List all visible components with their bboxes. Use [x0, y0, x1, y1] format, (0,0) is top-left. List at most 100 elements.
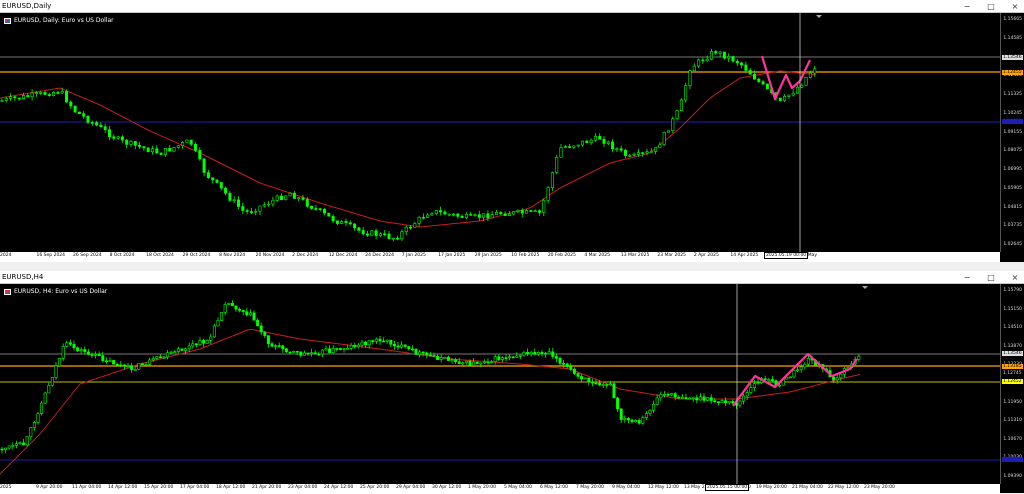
candle-bear	[335, 220, 339, 224]
candle-bull	[804, 77, 808, 86]
candle-bear	[684, 397, 688, 399]
candle-bear	[313, 352, 317, 355]
candle-bear	[120, 136, 124, 141]
h4-chart-area[interactable]: EURUSD, H4: Euro vs US Dollar 1.15790 1.1…	[0, 284, 1024, 484]
candle-bear	[701, 59, 705, 62]
candle-bull	[727, 56, 731, 59]
candle-bear	[605, 384, 609, 386]
candle-bull	[25, 436, 29, 446]
daily-price-axis[interactable]: 1.156651.145851.135051.124251.113251.102…	[1000, 13, 1024, 252]
candle-bear	[611, 141, 615, 150]
level-price-tag: 1.12452	[1002, 379, 1023, 384]
candle-bull	[857, 355, 861, 360]
candle-bull	[60, 91, 64, 94]
candle-bear	[104, 360, 108, 363]
time-tick-label: 24 Dec 2024	[365, 253, 394, 258]
candle-bear	[288, 351, 292, 354]
candle-bull	[54, 365, 58, 378]
candle-bull	[58, 357, 62, 367]
candle-bear	[361, 230, 365, 235]
candle-bull	[65, 342, 69, 347]
daily-chart-window: EURUSD,Daily − □ × EURUSD, Daily: Euro v…	[0, 0, 1024, 262]
candle-bull	[9, 96, 13, 99]
maximize-button[interactable]: □	[986, 271, 996, 284]
candle-bull	[4, 98, 8, 101]
time-tick-label: 12 May 12:00	[648, 485, 679, 490]
time-tick-label: 14 Apr 12:00	[108, 485, 138, 490]
candle-bull	[302, 352, 306, 356]
candle-bull	[346, 347, 350, 350]
candle-bull	[529, 352, 533, 355]
price-tick-label: 1.10245	[1003, 110, 1022, 116]
candle-bear	[432, 355, 436, 357]
candle-bull	[342, 348, 346, 351]
candle-bear	[237, 199, 241, 207]
candle-bull	[47, 385, 51, 394]
candle-bull	[752, 383, 756, 388]
candle-bear	[101, 355, 105, 362]
candle-bull	[655, 397, 659, 405]
price-tick-label: 1.06995	[1003, 167, 1022, 172]
candle-bear	[580, 376, 584, 380]
candle-bull	[536, 352, 540, 355]
candle-bull	[205, 340, 209, 344]
candle-bear	[83, 349, 87, 353]
candle-bear	[475, 361, 479, 365]
candle-bear	[238, 308, 242, 311]
close-button[interactable]: ×	[1010, 271, 1020, 284]
candle-bull	[223, 304, 227, 313]
chart-shift-marker-icon[interactable]	[816, 15, 822, 18]
candle-bear	[252, 312, 256, 321]
time-tick-label: 2024	[0, 253, 12, 258]
candle-bear	[234, 305, 238, 310]
candle-bear	[626, 418, 630, 421]
candle-bull	[176, 348, 180, 353]
minimize-button[interactable]: −	[962, 271, 972, 284]
close-button[interactable]: ×	[1010, 0, 1020, 13]
candle-bull	[803, 363, 807, 368]
candle-bull	[464, 214, 468, 218]
h4-price-axis[interactable]: 1.157901.151501.145101.138701.132301.125…	[1000, 284, 1024, 484]
candle-bear	[396, 237, 400, 240]
candle-bear	[446, 356, 450, 361]
candle-bull	[172, 147, 176, 152]
candle-bear	[602, 138, 606, 144]
candle-bear	[778, 97, 782, 102]
candle-bull	[29, 427, 33, 438]
candle-bull	[479, 362, 483, 365]
candle-bull	[641, 417, 645, 424]
candle-bull	[796, 369, 800, 372]
candle-bear	[468, 360, 472, 366]
candle-bear	[230, 302, 234, 307]
chart-shift-marker-icon[interactable]	[862, 286, 868, 289]
candle-bear	[364, 341, 368, 346]
daily-chart-area[interactable]: EURUSD, Daily: Euro vs US Dollar 1.15665…	[0, 13, 1024, 252]
candle-bull	[490, 361, 494, 363]
daily-time-axis[interactable]: 6 May24 Apr 202514 Apr 20252 Apr 202523 …	[0, 252, 1000, 262]
candle-bear	[757, 78, 761, 82]
maximize-button[interactable]: □	[986, 0, 996, 13]
time-tick-label: 2 Dec 2024	[292, 253, 319, 258]
candle-bear	[565, 363, 569, 368]
blue-price-tag: 1.08935	[1002, 119, 1023, 124]
candle-bull	[791, 92, 795, 96]
minimize-button[interactable]: −	[962, 0, 972, 13]
time-tick-label: 8 Oct 2024	[109, 253, 135, 258]
candle-bull	[360, 341, 364, 346]
candle-bull	[378, 233, 382, 236]
time-tick-label: 9 May 04:00	[612, 485, 640, 490]
price-tick-label: 1.04815	[1003, 204, 1022, 210]
h4-window-titlebar[interactable]: EURUSD,H4 − □ ×	[0, 271, 1024, 284]
candle-bull	[648, 409, 652, 414]
candle-bear	[731, 56, 735, 62]
candle-bull	[450, 359, 454, 361]
daily-window-titlebar[interactable]: EURUSD,Daily − □ ×	[0, 0, 1024, 13]
candle-bull	[515, 355, 519, 358]
candle-bear	[198, 150, 202, 160]
candle-bull	[173, 351, 177, 354]
candle-bear	[327, 212, 331, 217]
candle-bull	[688, 70, 692, 86]
time-tick-label: 21 May 04:00	[792, 485, 823, 490]
candle-bull	[162, 356, 166, 359]
time-tick-label: 17 Apr 04:00	[180, 485, 210, 490]
